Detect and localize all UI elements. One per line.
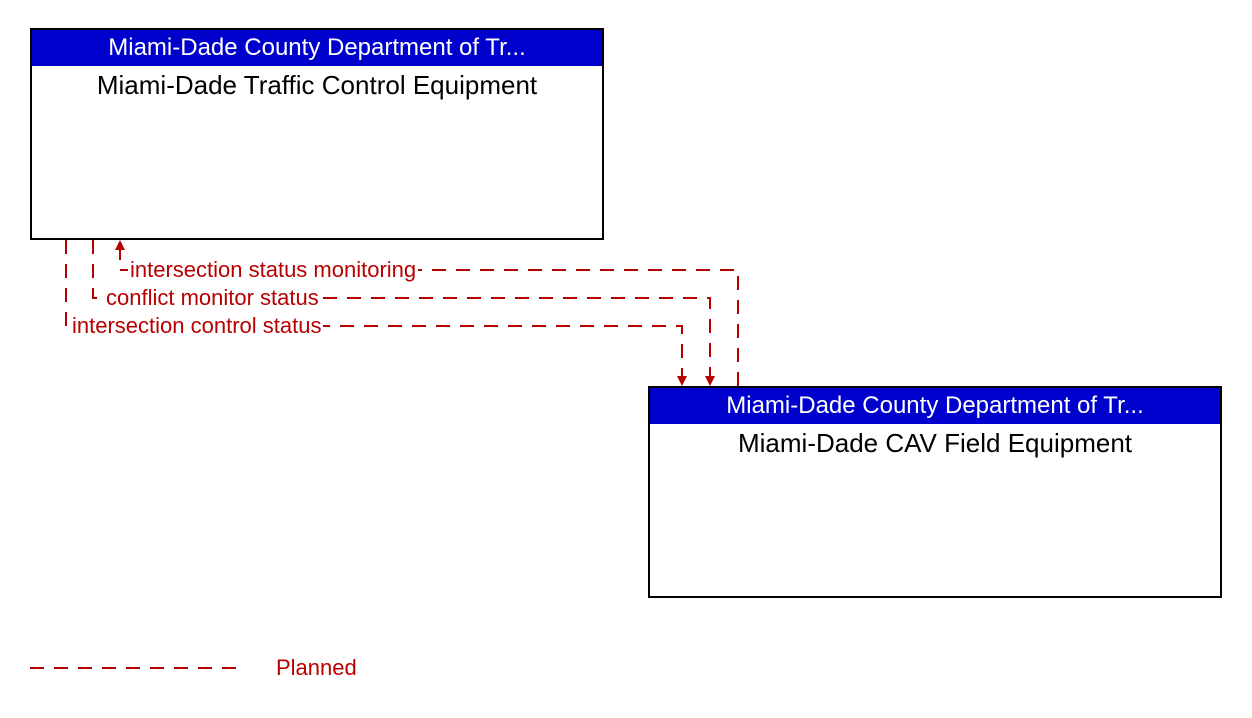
- flow-label-intersection-status-monitoring: intersection status monitoring: [128, 257, 418, 283]
- flow-label-conflict-monitor-status: conflict monitor status: [104, 285, 321, 311]
- flow-label-intersection-control-status: intersection control status: [70, 313, 323, 339]
- diagram-lines: [0, 0, 1252, 718]
